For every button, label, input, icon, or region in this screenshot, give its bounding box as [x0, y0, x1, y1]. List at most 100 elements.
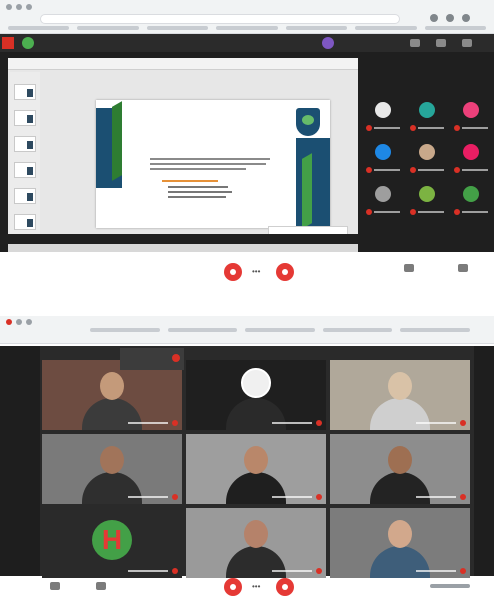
slide-thumbnail[interactable] — [14, 188, 36, 204]
participant-tile[interactable] — [364, 180, 404, 216]
mic-muted-icon — [172, 494, 178, 500]
layout-icon[interactable] — [410, 39, 420, 47]
video-tile[interactable] — [42, 434, 182, 504]
forward-icon[interactable] — [16, 4, 22, 10]
bookmark-item[interactable] — [245, 328, 315, 332]
reload-icon[interactable] — [26, 4, 32, 10]
participant-face — [388, 520, 412, 548]
participant-tile[interactable] — [452, 180, 492, 216]
participant-avatar — [463, 102, 479, 118]
chat-icon[interactable] — [458, 264, 468, 272]
slide-thumbnail[interactable] — [14, 214, 36, 230]
profile-icon[interactable] — [446, 14, 454, 22]
bookmark-item[interactable] — [424, 26, 486, 30]
extension-icon[interactable] — [430, 14, 438, 22]
participant-tile[interactable] — [364, 138, 404, 174]
bookmarks-bar — [90, 328, 470, 336]
bookmark-item[interactable] — [285, 26, 348, 30]
bookmark-item[interactable] — [322, 328, 393, 332]
mic-muted-icon — [316, 420, 322, 426]
slide-thumbnail[interactable] — [14, 136, 36, 152]
presenting-tag — [2, 37, 14, 49]
raise-hand-icon[interactable] — [96, 582, 106, 590]
current-slide — [96, 100, 330, 228]
bookmark-item[interactable] — [216, 26, 278, 30]
name-text-bar — [416, 422, 456, 424]
browser-chrome — [0, 0, 494, 34]
camera-off-button[interactable] — [276, 263, 294, 281]
bookmark-item[interactable] — [355, 26, 417, 30]
bookmark-item[interactable] — [90, 328, 160, 332]
participant-avatar — [241, 368, 271, 398]
fullscreen-icon[interactable] — [436, 39, 446, 47]
participant-avatar — [375, 144, 391, 160]
participant-name-tag — [128, 494, 178, 500]
participant-face — [244, 520, 268, 548]
participant-name-tag — [272, 568, 322, 574]
self-view-tile[interactable] — [120, 348, 184, 370]
microphone-off-button[interactable] — [224, 263, 242, 281]
participant-tile[interactable] — [364, 96, 404, 132]
name-text-bar — [128, 496, 168, 498]
bookmark-item[interactable] — [146, 26, 209, 30]
name-text-bar — [416, 570, 456, 572]
camera-off-button[interactable] — [276, 578, 294, 596]
meet-tab-icon[interactable] — [6, 319, 12, 325]
meeting-controls: ••• — [0, 578, 494, 597]
participant-tile[interactable] — [452, 138, 492, 174]
settings-icon[interactable] — [462, 39, 472, 47]
captions-icon[interactable] — [50, 582, 60, 590]
windows-taskbar — [0, 234, 358, 244]
participant-name — [366, 167, 402, 173]
address-bar[interactable] — [40, 14, 400, 24]
video-tile[interactable] — [186, 434, 326, 504]
video-tile[interactable] — [186, 360, 326, 430]
participant-name-tag — [416, 420, 466, 426]
bookmark-item[interactable] — [167, 328, 238, 332]
video-tile[interactable] — [330, 508, 470, 578]
video-tile[interactable] — [42, 360, 182, 430]
bookmark-item[interactable] — [8, 26, 70, 30]
participant-tile[interactable] — [408, 138, 448, 174]
back-icon[interactable] — [6, 4, 12, 10]
participant-name-tag — [272, 494, 322, 500]
slide-thumbnail[interactable] — [14, 84, 36, 100]
participant-tile[interactable] — [408, 180, 448, 216]
mic-muted-icon — [460, 420, 466, 426]
mic-muted-icon — [172, 568, 178, 574]
screenshot-video-grid: H ••• — [0, 316, 494, 597]
meeting-header — [0, 34, 494, 52]
meeting-details-link[interactable] — [430, 584, 470, 588]
video-tile[interactable] — [330, 434, 470, 504]
video-tile[interactable] — [330, 360, 470, 430]
more-options-button[interactable]: ••• — [252, 268, 260, 276]
back-icon[interactable] — [16, 319, 22, 325]
logo-letter: H — [101, 524, 123, 555]
participant-name-tag — [416, 494, 466, 500]
participant-avatar — [463, 186, 479, 202]
bookmark-item[interactable] — [400, 328, 470, 332]
slide-thumbnail[interactable] — [14, 110, 36, 126]
slide-text-line — [150, 168, 246, 170]
bookmark-item[interactable] — [77, 26, 139, 30]
organization-logo — [22, 37, 34, 49]
left-margin — [0, 346, 40, 576]
slide-text-line — [150, 163, 266, 165]
video-tile[interactable] — [186, 508, 326, 578]
slide-thumbnail[interactable] — [14, 162, 36, 178]
microphone-off-button[interactable] — [224, 578, 242, 596]
participant-tile[interactable] — [408, 96, 448, 132]
powerpoint-window — [8, 58, 358, 252]
participant-name — [410, 209, 446, 215]
slide-bullet-line — [168, 191, 232, 193]
menu-icon[interactable] — [462, 14, 470, 22]
participant-name-tag — [416, 568, 466, 574]
more-options-button[interactable]: ••• — [252, 583, 260, 591]
browser-chrome — [0, 316, 494, 344]
browser-tab-bar — [0, 0, 494, 14]
present-icon[interactable] — [404, 264, 414, 272]
participant-name — [454, 125, 490, 131]
forward-icon[interactable] — [26, 319, 32, 325]
video-tile[interactable]: H — [42, 508, 182, 578]
participant-tile[interactable] — [452, 96, 492, 132]
